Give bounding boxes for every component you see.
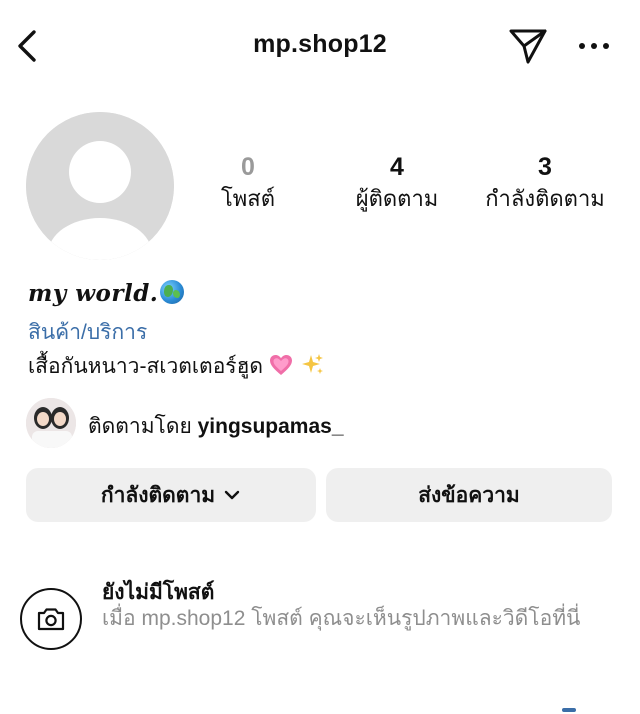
bottom-edge-indicator [562,708,576,712]
followers-count-label: ผู้ติดตาม [355,186,439,211]
followed-by-username: yingsupamas_ [197,415,344,438]
followers-count[interactable]: 4 ผู้ติดตาม [340,150,454,214]
globe-icon [160,280,185,304]
top-bar: mp.shop12 [0,0,640,92]
default-avatar-icon [26,112,174,260]
posts-count[interactable]: 0 โพสต์ [208,150,288,214]
following-count-value: 3 [538,153,552,181]
more-horizontal-icon [579,43,609,49]
following-button-label: กำลังติดตาม [100,483,216,507]
message-button[interactable]: ส่งข้อความ [326,468,612,522]
followed-by-prefix: ติดตามโดย [88,415,192,438]
following-count-label: กำลังติดตาม [485,186,605,211]
chevron-down-icon [224,490,240,500]
sparkles-icon [301,354,323,374]
posts-count-value: 0 [241,153,255,181]
display-name: 𝒎𝒚 𝒘𝒐𝒓𝒍𝒅. [28,280,185,307]
following-count[interactable]: 3 กำลังติดตาม [475,150,615,214]
bio-text: เสื้อกันหนาว-สเวตเตอร์ฮูด [28,350,325,383]
posts-count-label: โพสต์ [220,186,276,211]
profile-avatar[interactable] [26,112,174,260]
send-icon [509,29,547,64]
send-button[interactable] [506,24,550,68]
followed-by-row[interactable]: ติดตามโดย yingsupamas_ [26,398,586,448]
heart-icon [269,355,292,375]
more-options-button[interactable] [574,28,614,64]
camera-icon [37,608,65,631]
message-button-label: ส่งข้อความ [418,483,520,507]
empty-state-description: เมื่อ mp.shop12 โพสต์ คุณจะเห็นรูปภาพและ… [102,607,581,630]
category-link[interactable]: สินค้า/บริการ [28,316,147,349]
bio-line: เสื้อกันหนาว-สเวตเตอร์ฮูด [28,355,264,378]
display-name-text: 𝒎𝒚 𝒘𝒐𝒓𝒍𝒅. [28,280,159,307]
followed-by-text: ติดตามโดย yingsupamas_ [88,410,344,443]
mutual-follower-photo-icon [26,398,76,448]
empty-state-title: ยังไม่มีโพสต์ [102,581,215,604]
camera-badge [20,588,82,650]
following-button[interactable]: กำลังติดตาม [26,468,316,522]
mutual-follower-avatar [26,398,76,448]
followers-count-value: 4 [390,153,404,181]
